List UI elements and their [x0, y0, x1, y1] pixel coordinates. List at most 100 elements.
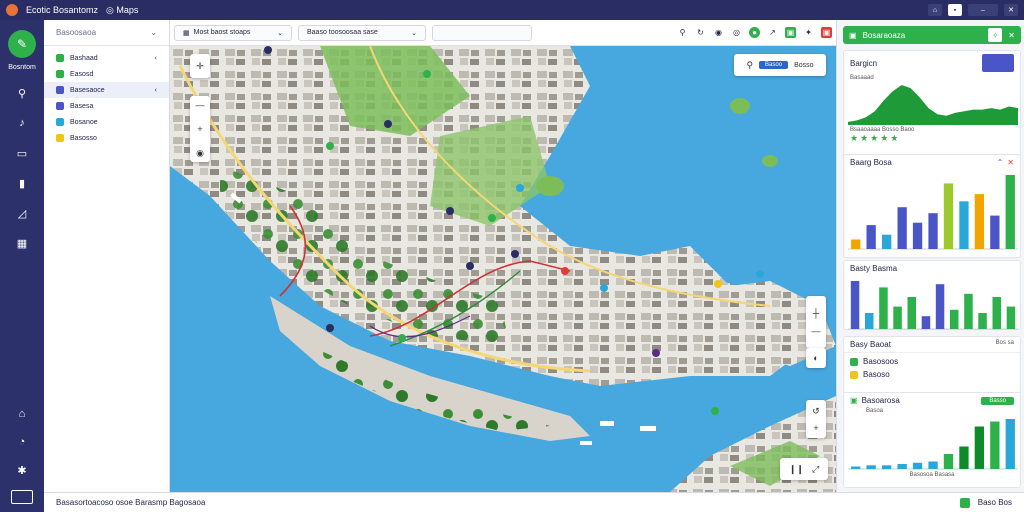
chart-icon[interactable]: ◿ — [13, 205, 31, 221]
summary-item[interactable]: Basoso — [850, 370, 1014, 379]
sidebar-item[interactable]: Bashaad ‹ — [44, 50, 169, 66]
pin-icon[interactable]: ⚲ — [746, 60, 753, 71]
status-right-text: Baso Bos — [977, 498, 1012, 507]
search-input[interactable] — [432, 24, 532, 41]
layers-panel-header[interactable]: Basoosaoa ⌄ — [44, 20, 169, 46]
sidebar-item[interactable]: Easosd — [44, 66, 169, 82]
region-dropdown[interactable]: Baaso toosoosaa sase ⌄ — [298, 24, 426, 41]
tilt-control: ┼ — — [806, 296, 826, 348]
settings-icon[interactable]: ⌂ — [13, 406, 31, 422]
bar — [928, 461, 938, 469]
share-icon[interactable]: ✱ — [13, 462, 31, 478]
bar — [907, 297, 916, 329]
bookmark-icon[interactable]: ▮ — [13, 175, 31, 191]
bar — [959, 446, 969, 469]
rotate-button[interactable]: ◐ — [806, 348, 826, 368]
target-icon[interactable]: ◎ — [731, 27, 742, 38]
layers-icon[interactable]: ♪ — [13, 115, 31, 131]
bar — [866, 225, 876, 249]
map-overlay-toolbar: ⚲ Basoo Bosso — [734, 54, 826, 76]
sidebar-item[interactable]: Basesaoce ‹ — [44, 82, 169, 98]
close-icon[interactable]: ✕ — [1008, 31, 1015, 40]
sort-icon[interactable]: ⌃ — [997, 158, 1004, 167]
area-series — [848, 85, 1018, 125]
layer-dot-icon — [56, 54, 64, 62]
layer-dot-icon — [56, 102, 64, 110]
tilt-up-button[interactable]: ┼ — [813, 308, 819, 318]
summary-item-label: Basosoos — [863, 357, 899, 366]
compass-icon[interactable]: ✦ — [803, 27, 814, 38]
gift-icon[interactable]: ⌂ — [928, 4, 942, 16]
location-icon[interactable]: ◉ — [713, 27, 724, 38]
trend-icon: ▣ — [850, 396, 858, 405]
region-filter-button[interactable] — [982, 54, 1014, 72]
zoom-out-button[interactable]: — — [196, 100, 205, 110]
sidebar-item[interactable]: Basesa — [44, 98, 169, 114]
map-filter-dropdown[interactable]: ▦ Most baost stoaps ⌄ — [174, 24, 292, 41]
alert-icon[interactable]: ▣ — [821, 27, 832, 38]
islet — [536, 176, 564, 196]
sidebar-item[interactable]: Bosanoe — [44, 114, 169, 130]
sidebar-item[interactable]: Basosso — [44, 130, 169, 146]
trend-footer: Basosoa Basasa — [909, 472, 955, 478]
close-window-button[interactable]: ✕ — [1004, 4, 1018, 16]
export-icon[interactable]: ▣ — [785, 27, 796, 38]
yellow-dot-icon — [850, 370, 858, 379]
trend-action-button[interactable]: Basso — [981, 396, 1014, 405]
maps-tab-label: Maps — [116, 4, 139, 15]
bar — [974, 194, 984, 249]
status-icon[interactable]: ● — [749, 27, 760, 38]
map-canvas[interactable] — [170, 46, 836, 492]
bar — [882, 234, 892, 249]
chevron-down-icon[interactable]: ⌄ — [150, 28, 157, 37]
region-area-chart — [848, 85, 1018, 125]
expand-button[interactable]: ⤢ — [812, 464, 819, 475]
sidebar-item-label: Bosanoe — [70, 118, 98, 126]
file-icon[interactable]: ▪ — [948, 4, 962, 16]
bar — [912, 222, 923, 249]
app-title: Ecotic Bosantomz — [26, 5, 99, 15]
layer-up-button[interactable]: ↺ — [812, 406, 820, 417]
bar — [850, 281, 860, 329]
map-filter-label: Most baost stoaps — [193, 29, 251, 36]
layers-panel-title: Basoosaoa — [56, 28, 97, 37]
grid-icon[interactable]: ▦ — [13, 235, 31, 251]
overlay-chip[interactable]: Basoo — [759, 61, 789, 69]
layer-down-button[interactable]: + — [813, 423, 818, 433]
chevron-icon[interactable]: ‹ — [155, 55, 157, 62]
bar — [865, 313, 874, 329]
compass-control[interactable]: ✛ — [190, 54, 210, 78]
summary-card-title: Basy Baoat — [850, 340, 891, 349]
locate-icon[interactable]: ◉ — [196, 148, 204, 159]
minimize-button[interactable]: – — [968, 4, 998, 16]
overlay-button[interactable]: Bosso — [794, 62, 813, 69]
map-icon[interactable]: ▭ — [13, 145, 31, 161]
trend-card: ▣ Basoarosa Basso Basoa Basosoa Basasa — [843, 392, 1021, 488]
app-logo-icon — [6, 4, 18, 16]
region-label: Baaso toosoosaa sase — [307, 29, 378, 36]
panel-toggle-icon[interactable] — [11, 490, 33, 504]
pause-button[interactable]: ❙❙ — [789, 464, 804, 475]
bar — [882, 465, 892, 470]
help-icon[interactable]: ◔ — [13, 434, 31, 450]
zoom-in-button[interactable]: + — [197, 124, 202, 134]
bar — [978, 313, 987, 329]
chevron-down-icon: ⌄ — [411, 29, 417, 37]
bar — [974, 426, 984, 469]
search-icon[interactable]: ⚲ — [677, 27, 688, 38]
sync-icon[interactable]: ↻ — [695, 27, 706, 38]
close-icon[interactable]: ✕ — [1007, 158, 1014, 167]
trend-bar-chart — [848, 419, 1018, 470]
chevron-icon[interactable]: ‹ — [155, 87, 157, 94]
arrow-icon[interactable]: ↗ — [767, 27, 778, 38]
bar — [893, 306, 902, 329]
sidebar-item-label: Basosso — [70, 134, 97, 142]
search-icon[interactable]: ⚲ — [13, 85, 31, 101]
brand-leaf-icon[interactable]: ✎ — [8, 30, 36, 58]
bar — [943, 454, 954, 469]
settings-button[interactable]: ✧ — [988, 28, 1003, 42]
maps-tab[interactable]: ◎ Maps — [106, 5, 138, 16]
brand-label: Bosntom — [8, 64, 36, 71]
summary-item[interactable]: Basosoos — [850, 357, 1014, 366]
tilt-down-button[interactable]: — — [812, 326, 821, 336]
